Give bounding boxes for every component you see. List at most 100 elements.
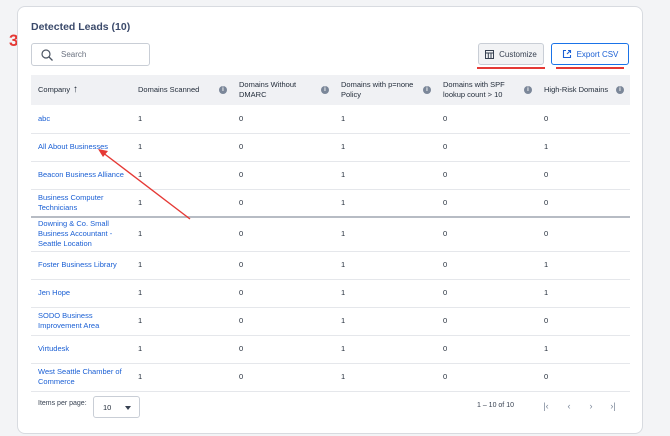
cell-high-risk: 0 <box>538 307 630 336</box>
cell-scanned: 1 <box>132 307 233 336</box>
cell-without-dmarc: 0 <box>233 133 335 162</box>
search-placeholder: Search <box>61 50 87 59</box>
column-header-label: Domains with SPF lookup count > 10 <box>443 80 505 99</box>
cell-high-risk: 0 <box>538 189 630 218</box>
cell-scanned: 1 <box>132 251 233 280</box>
cell-without-dmarc: 0 <box>233 279 335 308</box>
cell-without-dmarc: 0 <box>233 105 335 134</box>
company-link[interactable]: All About Businesses <box>31 133 132 162</box>
table-header-row: Company ↑ Domains Scanned i Domains Without… <box>31 75 630 105</box>
cell-spf-over-10: 0 <box>437 363 538 392</box>
table-row: West Seattle Chamber of Commerce 1 0 1 0 0 <box>31 363 630 392</box>
cell-high-risk: 1 <box>538 133 630 162</box>
table-row: Beacon Business Alliance 1 0 1 0 0 <box>31 161 630 190</box>
table-row: Virtudesk 1 0 1 0 1 <box>31 335 630 364</box>
search-input[interactable]: Search <box>31 43 150 66</box>
cell-p-none: 1 <box>335 251 437 280</box>
company-link[interactable]: Downing & Co. Small Business Accountant … <box>31 217 132 252</box>
cell-without-dmarc: 0 <box>233 363 335 392</box>
info-icon[interactable]: i <box>423 86 431 94</box>
company-link[interactable]: Virtudesk <box>31 335 132 364</box>
cell-spf-over-10: 0 <box>437 105 538 134</box>
cell-p-none: 1 <box>335 189 437 218</box>
items-per-page-value: 10 <box>103 403 112 412</box>
cell-spf-over-10: 0 <box>437 335 538 364</box>
table-row: Business Computer Technicians 1 0 1 0 0 <box>31 189 630 218</box>
cell-p-none: 1 <box>335 105 437 134</box>
sort-ascending-icon[interactable]: ↑ <box>70 84 78 95</box>
last-page-icon[interactable]: ›| <box>607 400 619 412</box>
cell-scanned: 1 <box>132 217 233 252</box>
company-link[interactable]: SODO Business Improvement Area <box>31 307 132 336</box>
search-icon <box>41 49 53 61</box>
cell-scanned: 1 <box>132 105 233 134</box>
cell-without-dmarc: 0 <box>233 251 335 280</box>
pagination-range: 1 – 10 of 10 <box>477 402 514 409</box>
company-link[interactable]: abc <box>31 105 132 134</box>
info-icon[interactable]: i <box>524 86 532 94</box>
company-link[interactable]: Foster Business Library <box>31 251 132 280</box>
column-header-label: Domains with p=none Policy <box>341 80 414 99</box>
column-header-label: Domains Scanned <box>138 85 200 94</box>
info-icon[interactable]: i <box>219 86 227 94</box>
cell-high-risk: 0 <box>538 217 630 252</box>
column-header-label: Company <box>38 85 71 94</box>
cell-spf-over-10: 0 <box>437 217 538 252</box>
info-icon[interactable]: i <box>321 86 329 94</box>
column-header-label: High-Risk Domains <box>544 85 609 94</box>
customize-button[interactable]: Customize <box>478 43 544 65</box>
cell-p-none: 1 <box>335 363 437 392</box>
leads-table: Company ↑ Domains Scanned i Domains Without… <box>31 75 630 392</box>
table-row: All About Businesses 1 0 1 0 1 <box>31 133 630 162</box>
info-icon[interactable]: i <box>616 86 624 94</box>
cell-without-dmarc: 0 <box>233 189 335 218</box>
chevron-down-icon <box>125 406 131 410</box>
company-link[interactable]: Beacon Business Alliance <box>31 161 132 190</box>
company-link[interactable]: Business Computer Technicians <box>31 189 132 218</box>
export-csv-label: Export CSV <box>576 49 619 59</box>
first-page-icon[interactable]: |‹ <box>540 400 552 412</box>
column-header-label: Domains Without DMARC <box>239 80 297 99</box>
export-annotation-underline <box>556 67 624 69</box>
table-row: Jen Hope 1 0 1 0 1 <box>31 279 630 308</box>
cell-scanned: 1 <box>132 161 233 190</box>
detected-leads-card: Detected Leads (10) Search Customize Exp… <box>17 6 643 434</box>
cell-scanned: 1 <box>132 279 233 308</box>
table-row: abc 1 0 1 0 0 <box>31 105 630 134</box>
cell-spf-over-10: 0 <box>437 161 538 190</box>
previous-page-icon[interactable]: ‹ <box>563 400 575 412</box>
next-page-icon[interactable]: › <box>585 400 597 412</box>
cell-scanned: 1 <box>132 335 233 364</box>
cell-p-none: 1 <box>335 307 437 336</box>
cell-high-risk: 0 <box>538 363 630 392</box>
items-per-page-select[interactable]: 10 <box>93 396 140 418</box>
column-header-0[interactable]: Company ↑ <box>31 75 132 105</box>
cell-p-none: 1 <box>335 279 437 308</box>
company-link[interactable]: Jen Hope <box>31 279 132 308</box>
table-columns-icon <box>485 49 495 59</box>
customize-annotation-underline <box>477 67 545 69</box>
cell-without-dmarc: 0 <box>233 161 335 190</box>
export-csv-button[interactable]: Export CSV <box>551 43 629 65</box>
table-row: SODO Business Improvement Area 1 0 1 0 0 <box>31 307 630 336</box>
table-row: Foster Business Library 1 0 1 0 1 <box>31 251 630 280</box>
card-title: Detected Leads (10) <box>31 21 131 33</box>
cell-scanned: 1 <box>132 133 233 162</box>
cell-high-risk: 1 <box>538 279 630 308</box>
cell-spf-over-10: 0 <box>437 251 538 280</box>
cell-without-dmarc: 0 <box>233 335 335 364</box>
column-header-5[interactable]: High-Risk Domains i <box>538 75 630 105</box>
cell-spf-over-10: 0 <box>437 189 538 218</box>
column-header-2[interactable]: Domains Without DMARC i <box>233 75 335 105</box>
column-header-4[interactable]: Domains with SPF lookup count > 10 i <box>437 75 538 105</box>
column-header-3[interactable]: Domains with p=none Policy i <box>335 75 437 105</box>
cell-p-none: 1 <box>335 335 437 364</box>
cell-without-dmarc: 0 <box>233 217 335 252</box>
cell-spf-over-10: 0 <box>437 279 538 308</box>
export-icon <box>562 49 571 59</box>
cell-high-risk: 1 <box>538 335 630 364</box>
column-header-1[interactable]: Domains Scanned i <box>132 75 233 105</box>
cell-spf-over-10: 0 <box>437 133 538 162</box>
company-link[interactable]: West Seattle Chamber of Commerce <box>31 363 132 392</box>
cell-high-risk: 0 <box>538 105 630 134</box>
